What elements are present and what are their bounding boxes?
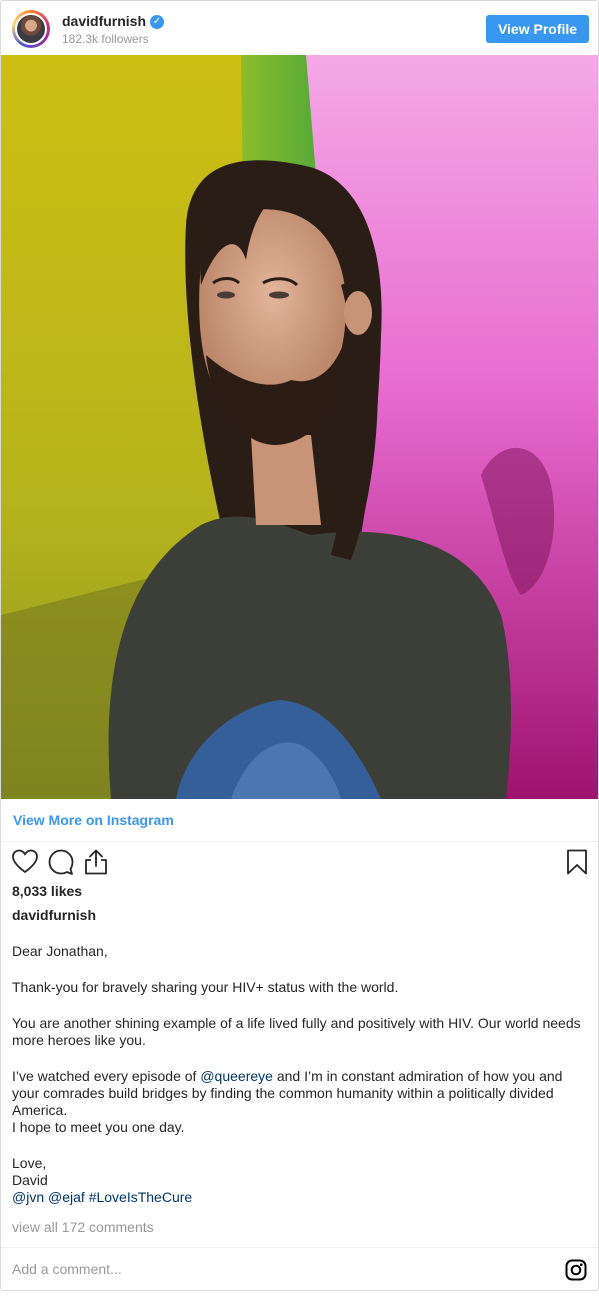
caption-line: You are another shining example of a lif…	[12, 1015, 581, 1048]
view-comments-link[interactable]: view all 172 comments	[12, 1219, 154, 1235]
caption-text: I’ve watched every episode of	[12, 1068, 201, 1084]
heart-icon[interactable]	[10, 847, 40, 877]
mention-link[interactable]: @ejaf	[48, 1189, 85, 1205]
comment-icon[interactable]	[46, 847, 76, 877]
comment-bar: Add a comment...	[1, 1247, 598, 1290]
instagram-embed: davidfurnish ✓ 182.3k followers View Pro…	[0, 0, 599, 1291]
verified-badge-icon: ✓	[150, 15, 164, 29]
caption-signoff: Love,	[12, 1155, 47, 1171]
view-more-link[interactable]: View More on Instagram	[13, 812, 174, 828]
mention-link[interactable]: @jvn	[12, 1189, 44, 1205]
divider	[1, 841, 598, 842]
bookmark-icon[interactable]	[562, 847, 592, 877]
caption-greeting: Dear Jonathan,	[12, 943, 108, 959]
follower-count: 182.3k followers	[62, 32, 149, 46]
caption-tags: @jvn @ejaf #LoveIsTheCure	[12, 1189, 582, 1206]
post-header: davidfurnish ✓ 182.3k followers View Pro…	[1, 1, 598, 55]
share-icon[interactable]	[81, 847, 111, 877]
mention-link[interactable]: @queereye	[200, 1068, 273, 1084]
avatar-image	[15, 13, 47, 45]
comment-input[interactable]: Add a comment...	[12, 1261, 122, 1277]
hashtag-link[interactable]: #LoveIsTheCure	[89, 1189, 193, 1205]
instagram-icon[interactable]	[565, 1259, 587, 1281]
caption-line: Thank-you for bravely sharing your HIV+ …	[12, 979, 399, 995]
caption-line: I’ve watched every episode of @queereye …	[12, 1068, 582, 1119]
post-photo[interactable]	[1, 55, 598, 799]
action-bar	[1, 847, 598, 879]
caption-name: David	[12, 1172, 48, 1188]
caption-line: I hope to meet you one day.	[12, 1119, 185, 1135]
like-count[interactable]: 8,033 likes	[12, 883, 82, 899]
caption-author[interactable]: davidfurnish	[12, 907, 96, 923]
post-caption: Dear Jonathan, Thank-you for bravely sha…	[12, 943, 582, 1206]
avatar[interactable]	[12, 10, 50, 48]
username[interactable]: davidfurnish	[62, 13, 146, 29]
view-profile-button[interactable]: View Profile	[486, 15, 589, 43]
